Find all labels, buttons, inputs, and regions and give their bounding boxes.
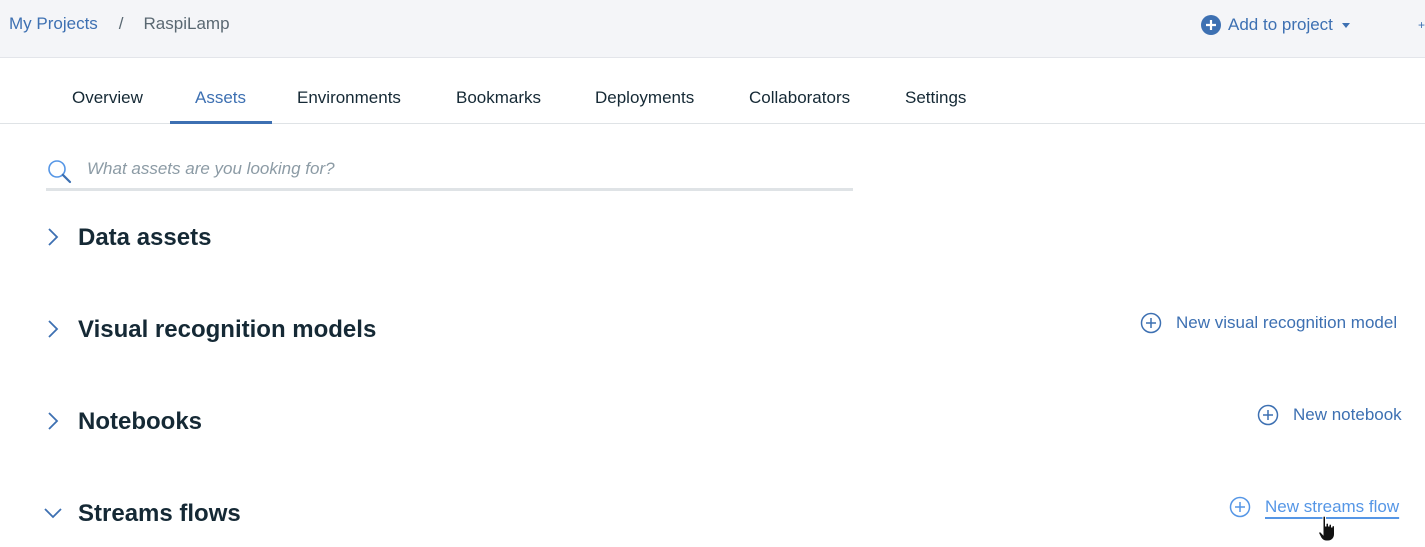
top-bar: My Projects / RaspiLamp Add to project + [0,0,1425,58]
tab-collaborators[interactable]: Collaborators [749,88,850,108]
tab-settings[interactable]: Settings [905,88,966,108]
new-notebook-button[interactable]: New notebook [1257,404,1402,426]
section-streams-flows: Streams flows New streams flow [0,494,1425,534]
chevron-right-icon[interactable] [42,226,64,248]
hand-pointer-icon [1318,515,1335,542]
action-label: New streams flow [1265,497,1400,516]
new-streams-flow-button[interactable]: New streams flow [1229,496,1399,518]
tab-overview[interactable]: Overview [72,88,143,108]
breadcrumb-separator: / [118,14,124,33]
section-title[interactable]: Notebooks [78,408,202,436]
plus-circle-icon [1257,404,1279,426]
asset-search [46,152,853,191]
section-title[interactable]: Data assets [78,224,211,252]
add-to-project-label: Add to project [1228,15,1333,34]
active-tab-indicator [170,121,272,124]
plus-circle-filled-icon [1201,15,1221,35]
search-input[interactable] [87,155,827,183]
breadcrumb-current-project: RaspiLamp [143,14,230,33]
chevron-right-icon[interactable] [42,318,64,340]
section-notebooks: Notebooks New notebook [0,402,1425,442]
section-title[interactable]: Streams flows [78,500,241,528]
chevron-right-icon[interactable] [42,410,64,432]
action-label: New notebook [1293,405,1402,424]
action-label: New visual recognition model [1176,313,1398,332]
breadcrumb: My Projects / RaspiLamp [9,14,230,34]
add-to-project-button[interactable]: Add to project [1201,15,1350,35]
tab-assets[interactable]: Assets [195,88,246,108]
tab-environments[interactable]: Environments [297,88,401,108]
chevron-down-icon[interactable] [42,502,64,524]
project-tabs: Overview Assets Environments Bookmarks D… [0,58,1425,124]
search-icon [48,160,72,184]
section-visual-recognition-models: Visual recognition models New visual rec… [0,310,1425,350]
caret-down-icon [1341,22,1350,28]
plus-circle-icon [1140,312,1162,334]
tab-deployments[interactable]: Deployments [595,88,694,108]
tab-bookmarks[interactable]: Bookmarks [456,88,541,108]
section-title[interactable]: Visual recognition models [78,316,376,344]
new-visual-recognition-model-button[interactable]: New visual recognition model [1140,312,1397,334]
section-data-assets: Data assets [0,218,1425,258]
overflow-icon[interactable]: + [1418,18,1425,32]
breadcrumb-my-projects[interactable]: My Projects [9,14,98,34]
plus-circle-icon [1229,496,1251,518]
